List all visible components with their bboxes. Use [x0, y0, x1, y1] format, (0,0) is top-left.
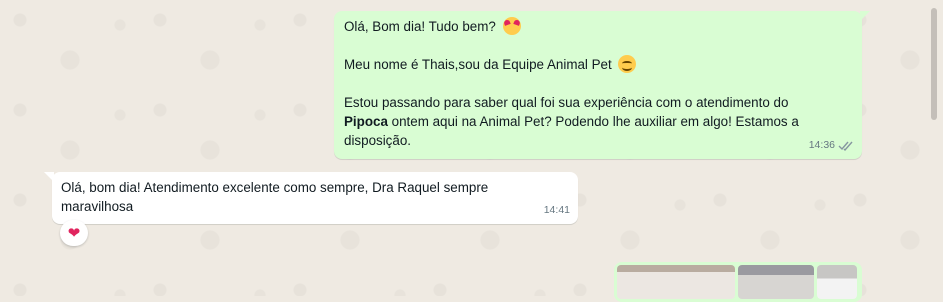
message-line: Estou passando para saber qual foi sua e… [344, 95, 789, 110]
message-text: Meu nome é Thais,sou da Equipe Animal Pe… [344, 57, 612, 72]
photo-thumbnail[interactable] [817, 265, 857, 299]
message-time: 14:41 [543, 204, 570, 216]
photo-thumbnail[interactable] [617, 265, 735, 299]
double-check-icon [838, 141, 853, 151]
heart-icon: ❤ [67, 225, 81, 242]
message-meta: 14:41 [544, 201, 570, 220]
message-line: Pipoca ontem aqui na Animal Pet? Podendo… [344, 112, 852, 131]
message-line: Olá, bom dia! Atendimento excelente como… [61, 180, 489, 195]
pet-name: Pipoca [344, 114, 388, 129]
message-outgoing[interactable]: Olá, Bom dia! Tudo bem? Meu nome é Thais… [334, 11, 870, 159]
image-grid [617, 265, 859, 299]
bubble-tail [860, 11, 870, 21]
message-line: Meu nome é Thais,sou da Equipe Animal Pe… [344, 55, 852, 74]
message-time: 14:36 [808, 139, 835, 151]
message-text: ontem aqui na Animal Pet? Podendo lhe au… [387, 114, 799, 129]
message-line: Olá, Bom dia! Tudo bem? [344, 17, 852, 36]
bubble-tail [44, 172, 54, 182]
heart-reaction[interactable]: ❤ [60, 220, 88, 246]
photo-thumbnail[interactable] [738, 265, 814, 299]
smiling-face-icon [618, 55, 637, 73]
message-incoming[interactable]: Olá, bom dia! Atendimento excelente como… [44, 172, 578, 224]
message-text: Olá, Bom dia! Tudo bem? [344, 19, 496, 34]
chat-scrollbar[interactable] [931, 8, 937, 120]
message-meta: 14:36 [809, 136, 854, 155]
message-line: disposição. [344, 133, 411, 148]
smiling-face-with-hearts-icon [502, 17, 521, 35]
message-line: maravilhosa [61, 199, 134, 214]
message-outgoing-image[interactable] [614, 262, 862, 302]
